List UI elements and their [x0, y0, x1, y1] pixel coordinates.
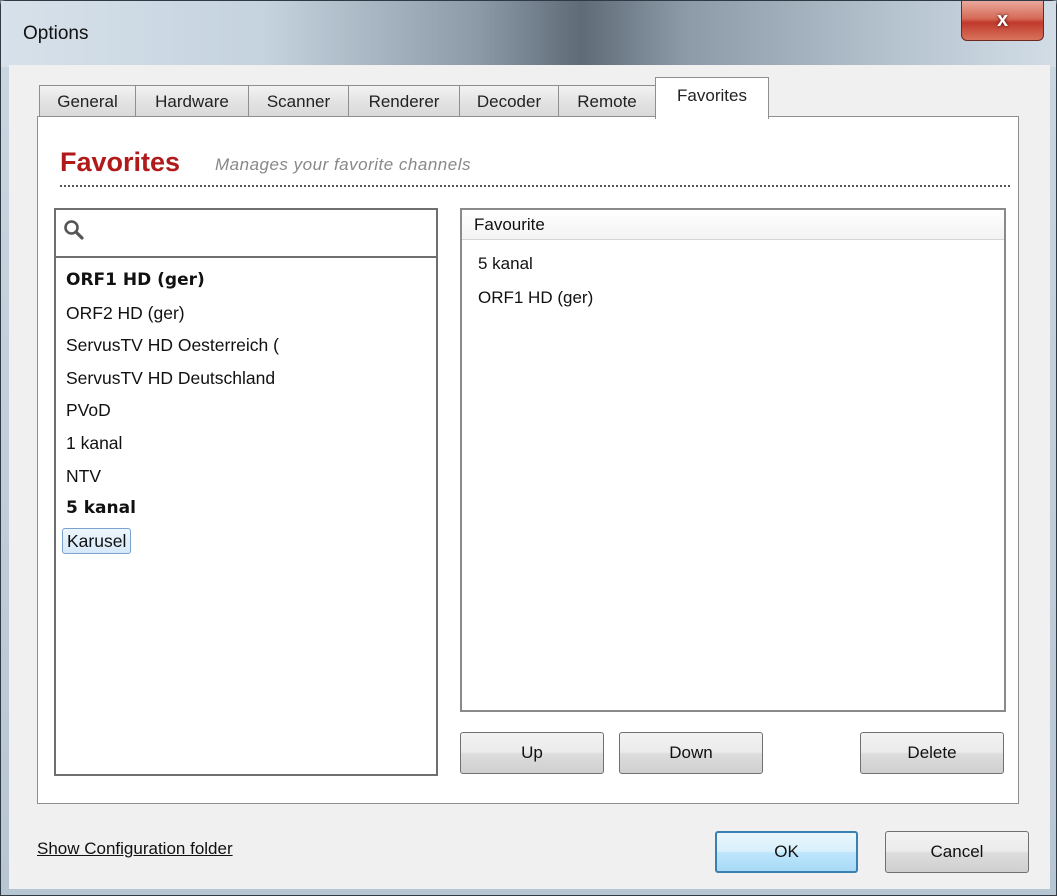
search-input[interactable] [92, 218, 426, 248]
header-divider [60, 185, 1010, 187]
search-icon [62, 218, 86, 242]
channel-label: 5 kanal [66, 498, 136, 519]
show-configuration-folder-link[interactable]: Show Configuration folder [37, 839, 233, 859]
tab-renderer[interactable]: Renderer [348, 85, 460, 117]
delete-button[interactable]: Delete [860, 732, 1004, 774]
list-item[interactable]: ORF1 HD (ger) [478, 282, 593, 316]
up-button[interactable]: Up [460, 732, 604, 774]
channel-list-pane: ORF1 HD (ger) ORF2 HD (ger) ServusTV HD … [54, 208, 438, 776]
channel-label: 1 kanal [66, 432, 123, 453]
favourite-column-header[interactable]: Favourite [462, 210, 1004, 240]
close-button[interactable]: x [961, 1, 1044, 41]
options-window: Options x General Hardware Scanner Rende… [0, 0, 1057, 896]
down-button[interactable]: Down [619, 732, 763, 774]
panel-title: Favorites [60, 147, 181, 177]
channel-label: ORF2 HD (ger) [66, 302, 185, 323]
favourite-list-pane: Favourite 5 kanal ORF1 HD (ger) [460, 208, 1006, 712]
channel-label: PVoD [66, 400, 111, 421]
search-box[interactable] [56, 210, 436, 258]
panel-subtitle: Manages your favorite channels [215, 155, 471, 174]
channel-label: Karusel [62, 527, 132, 554]
tab-general[interactable]: General [39, 85, 136, 117]
tab-scanner[interactable]: Scanner [248, 85, 349, 117]
channel-list: ORF1 HD (ger) ORF2 HD (ger) ServusTV HD … [62, 264, 432, 557]
tab-remote[interactable]: Remote [558, 85, 656, 117]
list-item[interactable]: PVoD [62, 394, 432, 427]
title-bar[interactable]: Options x [1, 1, 1056, 67]
channel-label: NTV [66, 465, 101, 486]
list-item[interactable]: ServusTV HD Oesterreich ( [62, 329, 432, 362]
list-item[interactable]: 1 kanal [62, 427, 432, 460]
list-item-selected[interactable]: Karusel [62, 525, 432, 558]
tab-favorites[interactable]: Favorites [655, 77, 769, 119]
tab-hardware[interactable]: Hardware [135, 85, 249, 117]
channel-label: ORF1 HD (ger) [66, 270, 205, 290]
list-item[interactable]: 5 kanal [62, 492, 432, 525]
dialog-client: General Hardware Scanner Renderer Decode… [9, 65, 1050, 889]
channel-label: ServusTV HD Oesterreich ( [66, 335, 279, 356]
tab-decoder[interactable]: Decoder [459, 85, 559, 117]
cancel-button[interactable]: Cancel [885, 831, 1029, 873]
ok-button[interactable]: OK [715, 831, 858, 873]
list-item[interactable]: 5 kanal [478, 248, 593, 282]
channel-label: ServusTV HD Deutschland [66, 367, 276, 388]
list-item[interactable]: ORF1 HD (ger) [62, 264, 432, 297]
list-item[interactable]: ServusTV HD Deutschland [62, 362, 432, 395]
favourite-list: 5 kanal ORF1 HD (ger) [478, 248, 593, 316]
window-title: Options [23, 23, 89, 44]
list-item[interactable]: ORF2 HD (ger) [62, 297, 432, 330]
favorites-panel: Favorites Manages your favorite channels… [37, 116, 1019, 804]
list-item[interactable]: NTV [62, 460, 432, 493]
